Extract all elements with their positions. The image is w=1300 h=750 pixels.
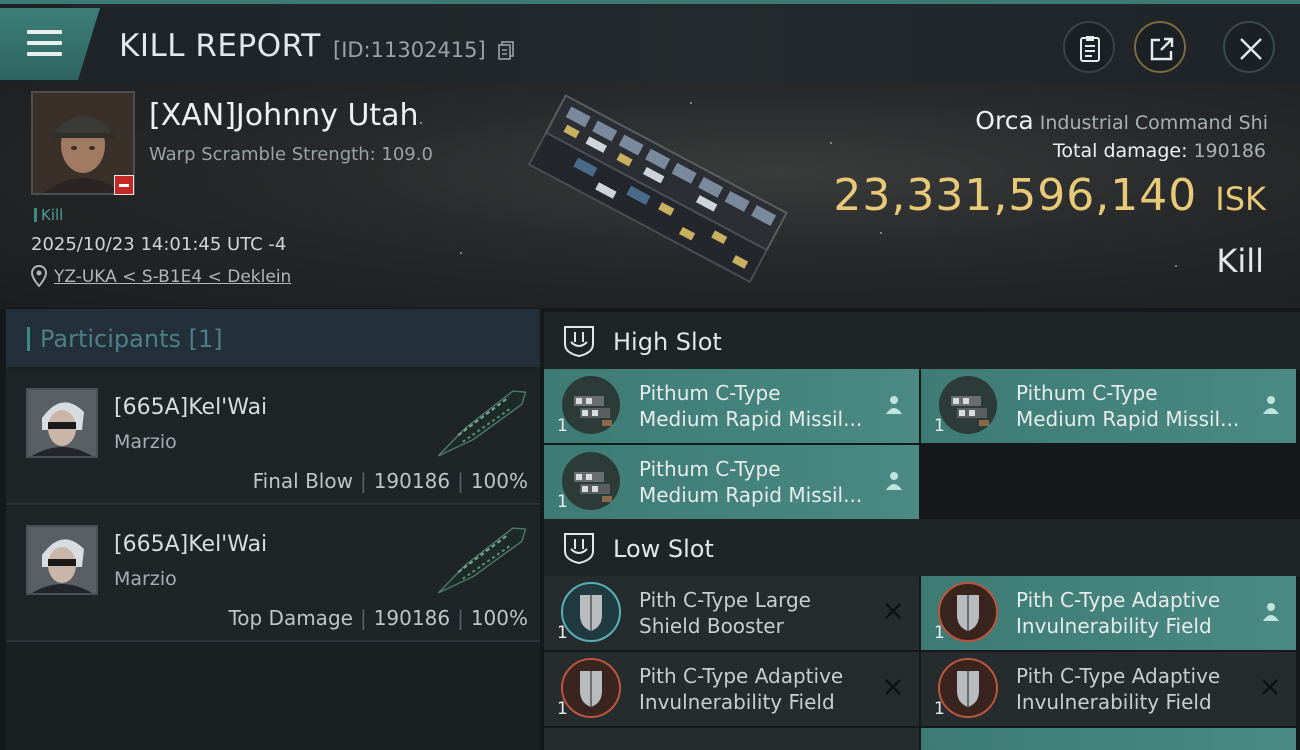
participant-damage: 190186 xyxy=(373,606,451,630)
top-bar: KILL REPORT [ID:11302415] xyxy=(0,0,1300,82)
report-id: [ID:11302415] xyxy=(333,38,486,62)
module-name: Pith C-Type Adaptive Invulnerability Fiel… xyxy=(1016,664,1221,714)
participant-percent: 100% xyxy=(470,469,528,493)
module-item[interactable]: 1 Pithum C-Type Medium Rapid Missil... xyxy=(544,369,919,443)
module-quantity: 1 xyxy=(557,699,568,719)
invulnerability-field-icon xyxy=(938,658,998,718)
person-icon xyxy=(1263,603,1279,621)
module-quantity: 1 xyxy=(934,416,945,436)
participants-header: Participants [1] xyxy=(6,309,540,367)
module-item[interactable]: 1 Pithum C-Type Medium Rapid Missil... xyxy=(921,369,1296,443)
total-damage-label: Total damage: xyxy=(1053,140,1188,162)
avatar xyxy=(26,525,98,595)
module-quantity: 1 xyxy=(557,416,568,436)
participant-name: [665A]Kel'Wai xyxy=(114,395,268,420)
kill-status: Kill xyxy=(1216,242,1264,280)
module-name: Pithum C-Type Medium Rapid Missil... xyxy=(639,381,863,431)
ship-type[interactable]: Orca Industrial Command Shi xyxy=(975,106,1268,135)
participant-stats: Top Damage | 190186 | 100% xyxy=(228,606,528,630)
module-item[interactable]: 1 Pithum C-Type Medium Rapid Missil... xyxy=(544,445,919,519)
participant-row[interactable]: [665A]Kel'Wai Marzio Top Damage | 190186 | 1… xyxy=(6,506,540,642)
missile-launcher-icon xyxy=(562,376,620,434)
participants-title: Participants [1] xyxy=(40,325,223,353)
module-item[interactable]: 1 Pith C-Type Large Shield Booster xyxy=(544,576,919,650)
low-slot-header: Low Slot xyxy=(544,519,1300,577)
module-name: Pithum C-Type Medium Rapid Missil... xyxy=(639,457,863,507)
module-item[interactable]: 1 Pith C-Type Adaptive Invulnerability Fi… xyxy=(921,652,1296,726)
close-icon xyxy=(1240,38,1262,60)
participant-percent: 100% xyxy=(470,606,528,630)
participant-name: [665A]Kel'Wai xyxy=(114,532,268,557)
high-slot-label: High Slot xyxy=(613,328,722,356)
ship-class: Industrial Command Shi xyxy=(1039,112,1268,134)
high-slot-icon xyxy=(564,326,594,358)
destroyed-x-icon xyxy=(1262,679,1278,695)
kill-tag: Kill xyxy=(34,206,63,224)
module-name: Pith C-Type Adaptive Invulnerability Fiel… xyxy=(1016,588,1221,638)
isk-amount: 23,331,596,140 xyxy=(833,170,1198,221)
module-item[interactable]: 1 Pith C-Type Adaptive Invulnerability Fi… xyxy=(544,652,919,726)
hostile-badge xyxy=(114,175,134,195)
share-button[interactable] xyxy=(1134,21,1186,73)
module-item-partial[interactable] xyxy=(921,728,1296,750)
low-slot-icon xyxy=(564,533,594,565)
participant-stats: Final Blow | 190186 | 100% xyxy=(252,469,528,493)
isk-value: 23,331,596,140 ISK xyxy=(833,170,1266,221)
participant-corp: Marzio xyxy=(114,568,177,590)
attacker-ship-icon xyxy=(437,390,527,457)
module-name: Pith C-Type Large Shield Booster xyxy=(639,588,811,638)
module-quantity: 1 xyxy=(557,492,568,512)
participant-corp: Marzio xyxy=(114,431,177,453)
clipboard-icon xyxy=(1080,36,1100,62)
participant-role: Top Damage xyxy=(228,606,353,630)
missile-launcher-icon xyxy=(562,452,620,510)
kill-summary: [XAN]Johnny Utah Warp Scramble Strength:… xyxy=(0,82,1300,308)
module-quantity: 1 xyxy=(557,623,568,643)
total-damage-value: 190186 xyxy=(1193,140,1266,162)
module-quantity: 1 xyxy=(934,699,945,719)
participant-row[interactable]: [665A]Kel'Wai Marzio Final Blow | 190186 | 1… xyxy=(6,369,540,505)
warp-scramble-strength: Warp Scramble Strength: 109.0 xyxy=(149,144,433,165)
participants-panel: Participants [1] [665A]Kel'Wai Marzio Fi… xyxy=(6,309,540,750)
total-damage: Total damage: 190186 xyxy=(1053,140,1266,162)
ship-render xyxy=(527,94,788,284)
menu-button[interactable] xyxy=(0,8,100,80)
module-name: Pith C-Type Adaptive Invulnerability Fiel… xyxy=(639,664,844,714)
invulnerability-field-icon xyxy=(561,658,621,718)
ship-name: Orca xyxy=(975,106,1034,135)
person-icon xyxy=(1263,396,1279,414)
module-item-partial[interactable] xyxy=(544,728,919,750)
person-icon xyxy=(886,396,902,414)
high-slot-header: High Slot xyxy=(544,312,1300,370)
copy-icon[interactable] xyxy=(498,41,514,60)
close-button[interactable] xyxy=(1223,21,1275,73)
page-title: KILL REPORT xyxy=(119,28,321,64)
invulnerability-field-icon xyxy=(938,582,998,642)
destroyed-x-icon xyxy=(885,603,901,619)
avatar xyxy=(26,388,98,458)
destroyed-x-icon xyxy=(885,679,901,695)
kill-timestamp: 2025/10/23 14:01:45 UTC -4 xyxy=(31,234,287,255)
participant-role: Final Blow xyxy=(252,469,353,493)
low-slot-label: Low Slot xyxy=(613,535,714,563)
attacker-ship-icon xyxy=(437,527,527,594)
isk-unit: ISK xyxy=(1215,180,1266,218)
module-name: Pithum C-Type Medium Rapid Missil... xyxy=(1016,381,1240,431)
clipboard-button[interactable] xyxy=(1063,21,1115,73)
location-pin-icon xyxy=(31,265,47,287)
participant-damage: 190186 xyxy=(373,469,451,493)
share-icon xyxy=(1150,37,1174,61)
person-icon xyxy=(886,472,902,490)
location-link[interactable]: YZ-UKA < S-B1E4 < Deklein xyxy=(54,267,291,287)
victim-name[interactable]: [XAN]Johnny Utah xyxy=(149,98,419,133)
shield-booster-icon xyxy=(561,582,621,642)
module-item[interactable]: 1 Pith C-Type Adaptive Invulnerability Fi… xyxy=(921,576,1296,650)
missile-launcher-icon xyxy=(939,376,997,434)
module-quantity: 1 xyxy=(934,623,945,643)
